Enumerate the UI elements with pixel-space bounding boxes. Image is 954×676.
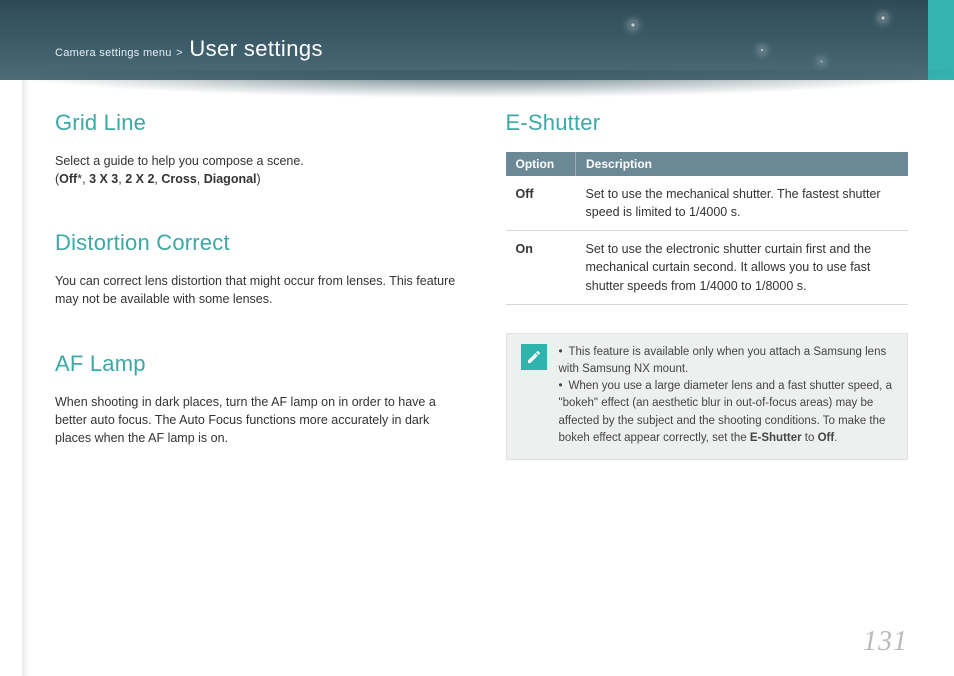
cell-option: On	[506, 231, 576, 304]
content-body: Grid Line Select a guide to help you com…	[0, 80, 954, 489]
right-column: E-Shutter Option Description Off Set to …	[506, 110, 909, 489]
cell-option: Off	[506, 176, 576, 231]
th-description: Description	[576, 152, 909, 176]
breadcrumb: Camera settings menu > User settings	[55, 36, 323, 62]
th-option: Option	[506, 152, 576, 176]
section-e-shutter: E-Shutter Option Description Off Set to …	[506, 110, 909, 460]
distortion-text: You can correct lens distortion that mig…	[55, 272, 458, 308]
breadcrumb-text: Camera settings menu	[55, 47, 172, 59]
cell-desc: Set to use the mechanical shutter. The f…	[576, 176, 909, 231]
manual-page: Camera settings menu > User settings Gri…	[0, 0, 954, 676]
sparkle-decor	[880, 15, 886, 21]
heading-e-shutter: E-Shutter	[506, 110, 909, 136]
table-header-row: Option Description	[506, 152, 909, 176]
note-list: This feature is available only when you …	[559, 344, 894, 448]
sparkle-decor	[820, 60, 823, 63]
page-header: Camera settings menu > User settings	[0, 0, 954, 80]
section-tab	[928, 0, 954, 80]
page-title: User settings	[189, 36, 323, 61]
heading-grid-line: Grid Line	[55, 110, 458, 136]
af-lamp-text: When shooting in dark places, turn the A…	[55, 393, 458, 447]
note-box: This feature is available only when you …	[506, 333, 909, 461]
page-number: 131	[863, 626, 908, 658]
table-row: Off Set to use the mechanical shutter. T…	[506, 176, 909, 231]
heading-af-lamp: AF Lamp	[55, 351, 458, 377]
left-column: Grid Line Select a guide to help you com…	[55, 110, 458, 489]
sparkle-decor	[760, 48, 764, 52]
grid-line-text: Select a guide to help you compose a sce…	[55, 152, 458, 170]
note-item: This feature is available only when you …	[559, 344, 894, 379]
pencil-icon	[526, 349, 542, 365]
section-distortion: Distortion Correct You can correct lens …	[55, 230, 458, 308]
e-shutter-table: Option Description Off Set to use the me…	[506, 152, 909, 305]
section-grid-line: Grid Line Select a guide to help you com…	[55, 110, 458, 188]
section-af-lamp: AF Lamp When shooting in dark places, tu…	[55, 351, 458, 447]
heading-distortion: Distortion Correct	[55, 230, 458, 256]
sparkle-decor	[630, 22, 636, 28]
table-row: On Set to use the electronic shutter cur…	[506, 231, 909, 304]
cell-desc: Set to use the electronic shutter curtai…	[576, 231, 909, 304]
note-icon	[521, 344, 547, 370]
breadcrumb-separator: >	[176, 47, 183, 59]
note-item: When you use a large diameter lens and a…	[559, 378, 894, 447]
binding-shadow	[22, 0, 30, 676]
grid-line-options: (Off*, 3 X 3, 2 X 2, Cross, Diagonal)	[55, 170, 458, 188]
